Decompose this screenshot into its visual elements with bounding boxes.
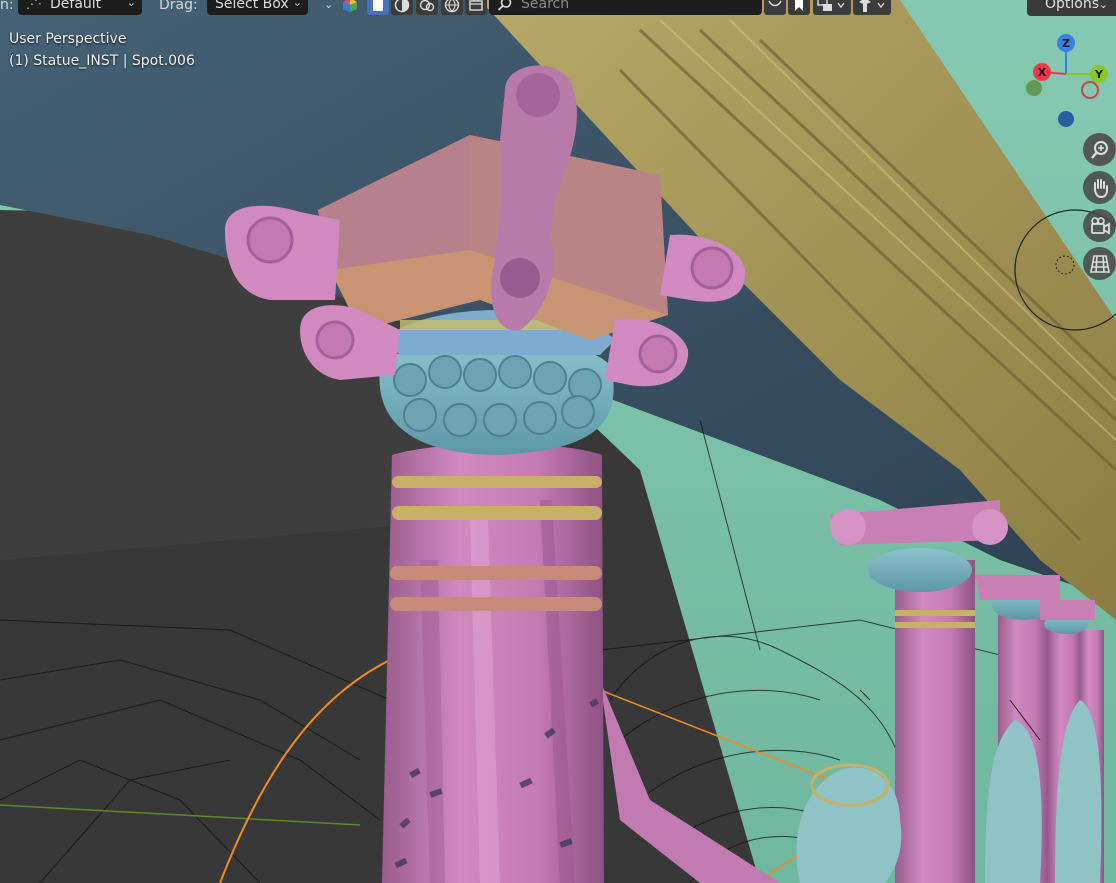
chevron-down-icon: ⌄: [1098, 0, 1108, 11]
pivot-icon: [817, 0, 845, 11]
axis-z-label: Z: [1062, 37, 1070, 50]
object-info: (1) Statue_INST | Spot.006: [9, 53, 195, 69]
grid-button[interactable]: [1083, 247, 1116, 280]
shading-rendered-icon: [444, 0, 460, 12]
grid-icon: [1089, 254, 1110, 273]
shading-material-icon: [394, 0, 410, 12]
camera-icon: [1090, 216, 1110, 235]
shading-material-button[interactable]: [416, 0, 438, 15]
orientation-dropdown[interactable]: ⋰⋅ Default ⌄: [18, 0, 142, 15]
chevron-down-icon: ⌄: [292, 0, 302, 9]
shading-wireframe-button[interactable]: [367, 0, 389, 15]
hand-icon: [1093, 178, 1108, 198]
pan-button[interactable]: [1083, 171, 1116, 204]
render-color-icon: [343, 0, 357, 12]
orientation-label: n:: [0, 0, 14, 13]
drag-label: Drag:: [159, 0, 198, 13]
bookmark-icon: [795, 0, 803, 11]
navigation-gizmo[interactable]: Z X Y: [1020, 32, 1116, 130]
shading-rendered-button[interactable]: [441, 0, 463, 15]
viewport-header: n: ⋰⋅ Default ⌄ Drag: Select Box ⌄ ⌄ Sea…: [0, 0, 1116, 16]
transform-orientation-icon: ⋰⋅: [26, 0, 42, 11]
drag-dropdown[interactable]: Select Box ⌄: [207, 0, 308, 15]
shading-solid-button[interactable]: [391, 0, 413, 15]
main-column: [382, 443, 604, 883]
orientation-value: Default: [50, 0, 102, 12]
axis-y-label: Y: [1094, 68, 1104, 81]
scene-render[interactable]: [0, 0, 1116, 883]
snap-dropdown[interactable]: [853, 0, 891, 15]
snap-icon: [859, 0, 885, 12]
filter-button[interactable]: [465, 0, 487, 15]
3d-viewport[interactable]: User Perspective (1) Statue_INST | Spot.…: [0, 0, 1116, 883]
axis-x-label: X: [1038, 66, 1047, 79]
pivot-dropdown[interactable]: [813, 0, 851, 15]
options-label: Options: [1045, 0, 1100, 12]
search-placeholder: Search: [521, 0, 570, 12]
filter-icon: [469, 0, 483, 11]
curve-icon: [768, 0, 782, 6]
zoom-icon: [1090, 140, 1108, 159]
render-color-button[interactable]: [339, 0, 361, 15]
chevron-down-icon[interactable]: ⌄: [324, 0, 333, 13]
shading-solid-icon: [373, 0, 383, 11]
search-icon: [497, 0, 512, 11]
drag-value: Select Box: [215, 0, 289, 12]
options-button[interactable]: Options ⌄: [1027, 0, 1116, 16]
chevron-down-icon: ⌄: [126, 0, 136, 9]
zoom-button[interactable]: [1083, 133, 1116, 166]
view-name: User Perspective: [9, 31, 127, 47]
bookmark-button[interactable]: [788, 0, 810, 15]
search-input[interactable]: Search: [489, 0, 762, 15]
overlay-toggle-button[interactable]: [764, 0, 786, 15]
camera-button[interactable]: [1083, 209, 1116, 242]
shading-xray-icon: [419, 0, 435, 11]
